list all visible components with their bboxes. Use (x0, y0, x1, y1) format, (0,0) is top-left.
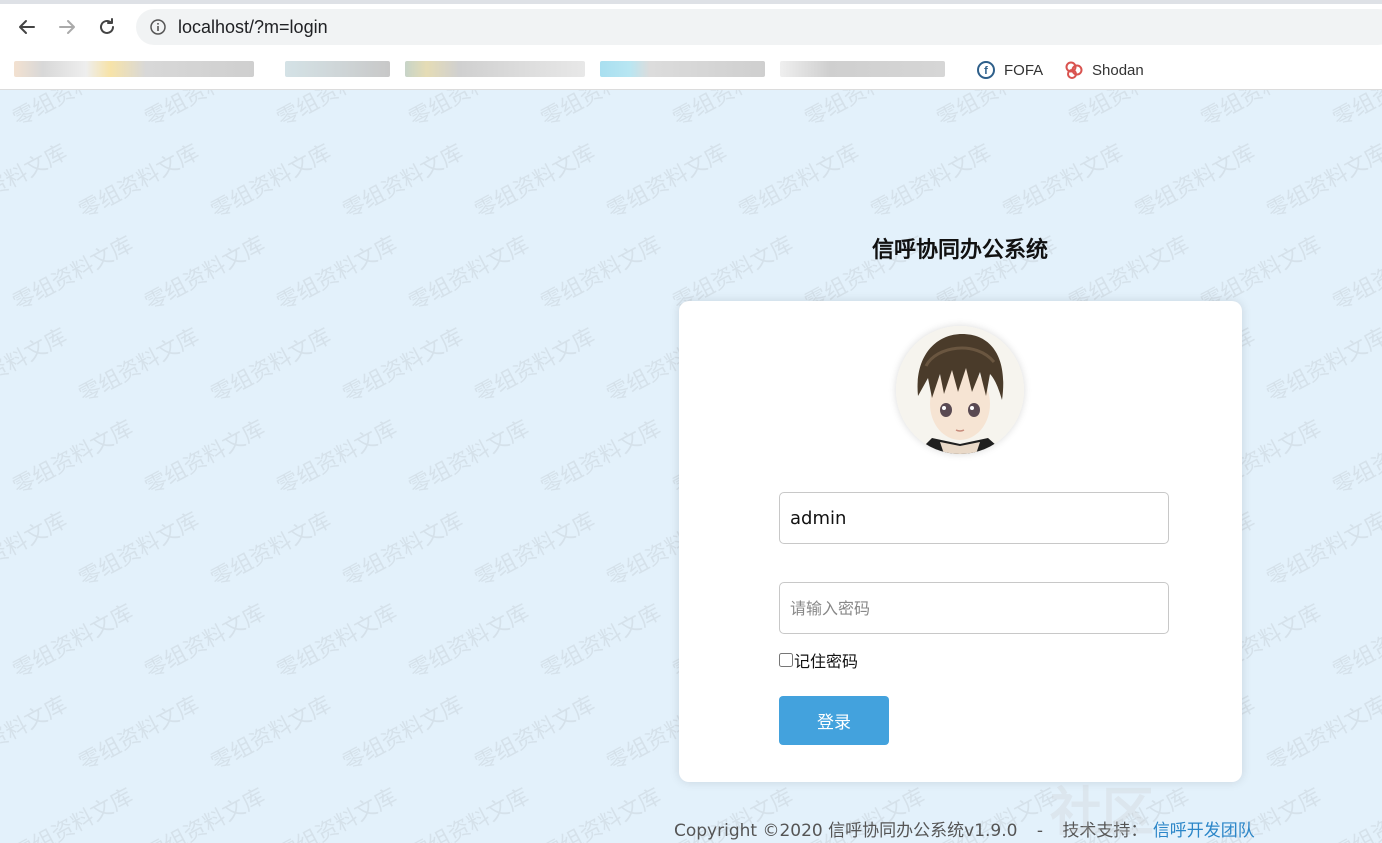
watermark-text: 零组资料文库 (1263, 324, 1382, 409)
watermark-text: 零组资料文库 (0, 692, 72, 777)
anime-avatar-image (896, 326, 1024, 454)
watermark-text: 零组资料文库 (9, 600, 138, 685)
watermark-text: 零组资料文库 (273, 600, 402, 685)
watermark-text: 零组资料文库 (339, 692, 468, 777)
watermark-text: 零组资料文库 (537, 232, 666, 317)
watermark-text: 零组资料文库 (537, 784, 666, 843)
password-input[interactable] (779, 582, 1169, 634)
watermark-text: 零组资料文库 (603, 140, 732, 225)
watermark-text: 零组资料文库 (207, 140, 336, 225)
watermark-text: 零组资料文库 (75, 692, 204, 777)
footer-separator: - (1036, 821, 1043, 841)
watermark-text: 零组资料文库 (339, 324, 468, 409)
watermark-text: 零组资料文库 (141, 784, 270, 843)
watermark-text: 零组资料文库 (0, 508, 72, 593)
watermark-text: 零组资料文库 (1263, 140, 1382, 225)
bookmarks-bar: f FOFA Shodan (0, 54, 1382, 84)
reload-icon (100, 18, 114, 34)
watermark-text: 零组资料文库 (471, 692, 600, 777)
support-link[interactable]: 信呼开发团队 (1153, 821, 1255, 841)
watermark-text: 零组资料文库 (867, 140, 996, 225)
watermark-text: 零组资料文库 (471, 324, 600, 409)
watermark-text: 零组资料文库 (339, 508, 468, 593)
info-icon[interactable] (150, 19, 166, 35)
page-title: 信呼协同办公系统 (871, 238, 1048, 263)
bookmark-label: Shodan (1092, 61, 1144, 79)
url-text: localhost/?m=login (178, 16, 328, 37)
watermark-text: 零组资料文库 (75, 324, 204, 409)
watermark-text: 零组资料文库 (273, 416, 402, 501)
bookmark-fofa[interactable]: f FOFA (976, 58, 1043, 82)
watermark-text: 零组资料文库 (273, 784, 402, 843)
watermark-text: 零组资料文库 (537, 416, 666, 501)
address-bar[interactable]: localhost/?m=login (136, 9, 1382, 45)
blurred-bookmark[interactable] (600, 61, 765, 77)
watermark-text: 零组资料文库 (0, 140, 72, 225)
shodan-icon (1065, 61, 1083, 79)
bookmark-shodan[interactable]: Shodan (1064, 58, 1144, 82)
back-button[interactable] (14, 14, 40, 40)
tab-strip-edge (0, 0, 1382, 4)
reload-button[interactable] (94, 14, 120, 40)
watermark-text: 零组资料文库 (1263, 508, 1382, 593)
username-input[interactable] (779, 492, 1169, 544)
watermark-text: 零组资料文库 (141, 232, 270, 317)
watermark-text: 零组资料文库 (405, 416, 534, 501)
watermark-text: 零组资料文库 (207, 508, 336, 593)
watermark-text: 零组资料文库 (537, 600, 666, 685)
watermark-text: 零组资料文库 (471, 140, 600, 225)
blurred-bookmark[interactable] (780, 61, 945, 77)
svg-text:f: f (984, 65, 988, 77)
blurred-bookmark[interactable] (285, 61, 390, 77)
watermark-text: 零组资料文库 (1329, 784, 1382, 843)
watermark-text: 零组资料文库 (1263, 692, 1382, 777)
avatar (896, 326, 1024, 454)
watermark-text: 零组资料文库 (75, 508, 204, 593)
watermark-text: 零组资料文库 (207, 692, 336, 777)
watermark-text: 零组资料文库 (273, 232, 402, 317)
footer: Copyright ©2020 信呼协同办公系统v1.9.0 - 技术支持： 信… (674, 816, 1255, 841)
watermark-text: 零组资料文库 (1131, 140, 1260, 225)
watermark-text: 零组资料文库 (1329, 416, 1382, 501)
blurred-bookmark[interactable] (405, 61, 585, 77)
watermark-text: 零组资料文库 (735, 140, 864, 225)
remember-label: 记住密码 (794, 652, 859, 671)
watermark-text: 零组资料文库 (207, 324, 336, 409)
watermark-text: 零组资料文库 (471, 508, 600, 593)
watermark-text: 零组资料文库 (1329, 232, 1382, 317)
remember-password[interactable]: 记住密码 (779, 648, 858, 672)
watermark-text: 零组资料文库 (0, 324, 72, 409)
watermark-text: 零组资料文库 (9, 232, 138, 317)
login-card: 记住密码 登录 (679, 301, 1242, 782)
remember-checkbox[interactable] (779, 653, 793, 667)
login-button[interactable]: 登录 (779, 696, 889, 745)
browser-chrome: localhost/?m=login f FOFA Shodan (0, 0, 1382, 90)
bookmark-label: FOFA (1004, 61, 1044, 79)
corner-watermark: 社区 (1050, 783, 1155, 843)
watermark-text: 零组资料文库 (75, 140, 204, 225)
watermark-text: 零组资料文库 (339, 140, 468, 225)
arrow-right-icon (59, 20, 75, 34)
watermark-text: 零组资料文库 (405, 784, 534, 843)
copyright-text: Copyright ©2020 信呼协同办公系统v1.9.0 (674, 821, 1018, 841)
watermark-text: 零组资料文库 (405, 600, 534, 685)
arrow-left-icon (19, 20, 35, 34)
watermark-text: 零组资料文库 (405, 232, 534, 317)
watermark-text: 零组资料文库 (141, 416, 270, 501)
watermark-text: 零组资料文库 (9, 416, 138, 501)
watermark-text: 零组资料文库 (999, 140, 1128, 225)
fofa-icon: f (977, 61, 995, 79)
forward-button[interactable] (54, 14, 80, 40)
watermark-text: 零组资料文库 (9, 784, 138, 843)
blurred-bookmark[interactable] (14, 61, 254, 77)
watermark-text: 零组资料文库 (1329, 600, 1382, 685)
watermark-text: 零组资料文库 (141, 600, 270, 685)
